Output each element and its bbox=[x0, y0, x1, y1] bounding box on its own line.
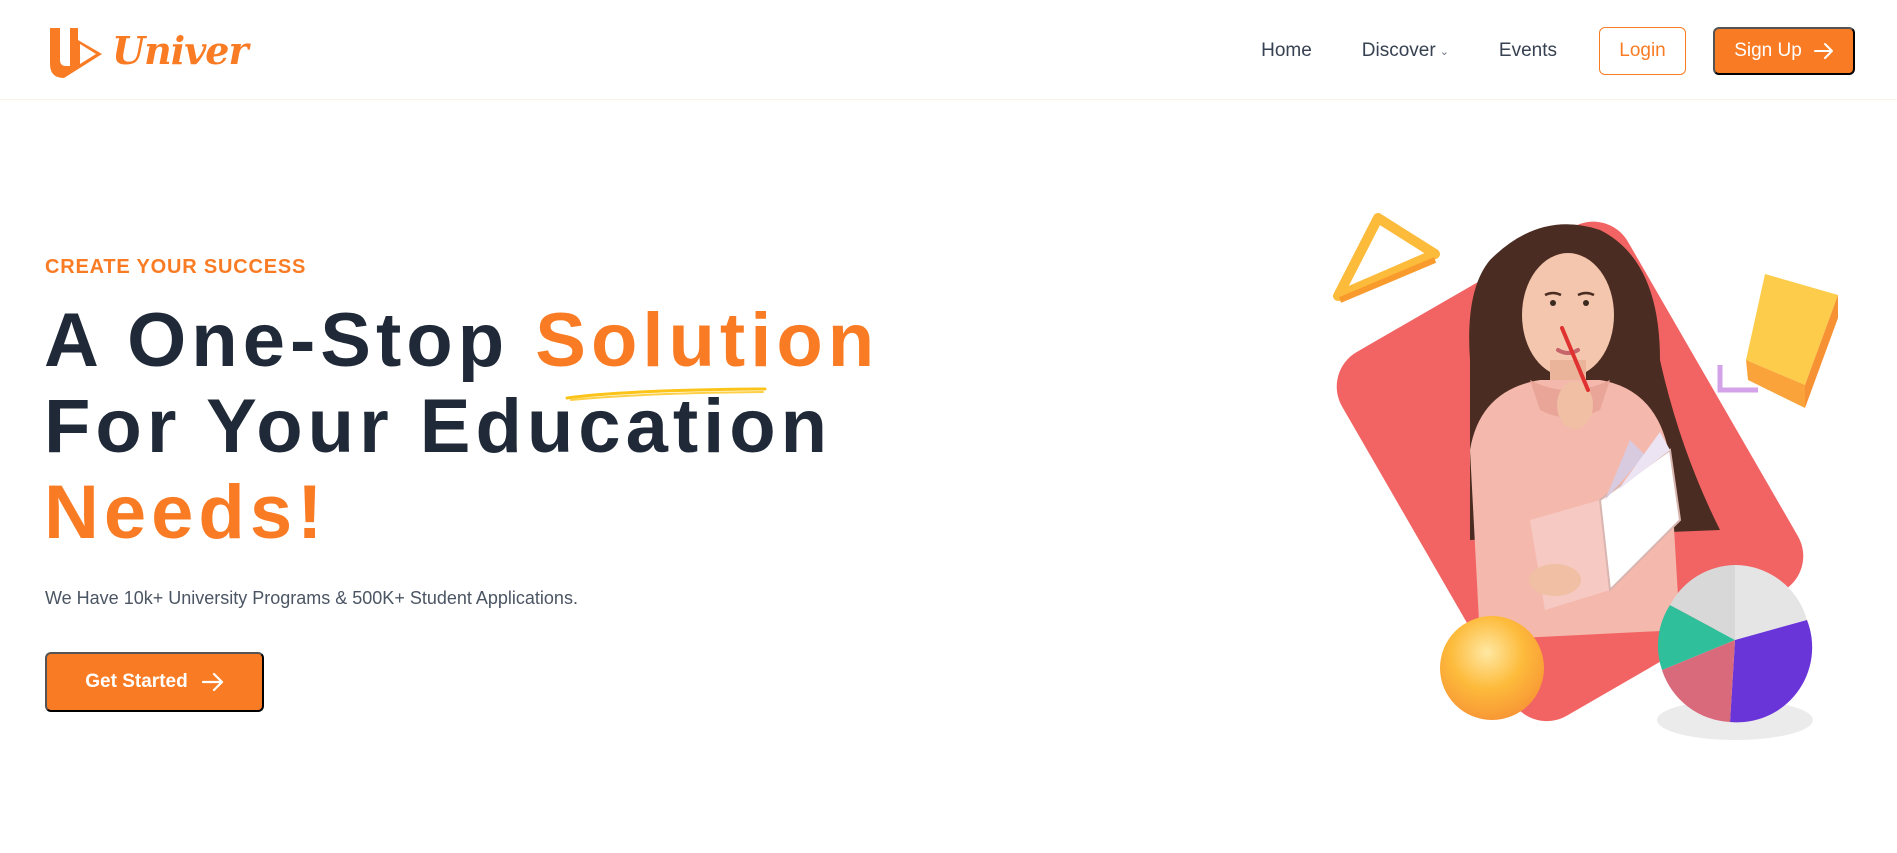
headline-highlight-needs: Needs! bbox=[44, 470, 328, 555]
headline-part-1: A One-Stop bbox=[44, 298, 536, 383]
signup-button[interactable]: Sign Up bbox=[1713, 27, 1855, 75]
signup-label: Sign Up bbox=[1734, 40, 1802, 61]
nav-discover[interactable]: Discover ⌄ bbox=[1362, 40, 1449, 62]
headline-highlight-solution: Solution bbox=[535, 298, 880, 383]
hero-eyebrow: CREATE YOUR SUCCESS bbox=[45, 256, 307, 278]
logo-icon bbox=[50, 28, 102, 78]
hero-headline: A One-Stop Solution For Your Education N… bbox=[44, 298, 879, 556]
hero-illustration bbox=[1333, 213, 1838, 740]
arrow-right-icon bbox=[201, 672, 223, 692]
login-button[interactable]: Login bbox=[1599, 27, 1686, 75]
nav-home-label: Home bbox=[1261, 40, 1312, 61]
chevron-down-icon: ⌄ bbox=[1439, 45, 1449, 58]
pie-model bbox=[1657, 565, 1813, 740]
brand-logo[interactable]: Univer bbox=[44, 20, 248, 80]
hero-subtext: We Have 10k+ University Programs & 500K+… bbox=[45, 588, 578, 608]
nav-events[interactable]: Events bbox=[1499, 40, 1557, 62]
get-started-label: Get Started bbox=[85, 671, 188, 692]
scribble-underline bbox=[565, 387, 767, 401]
sphere-shape bbox=[1440, 616, 1544, 720]
site-header: Univer Home Discover ⌄ Events Login Sign… bbox=[0, 0, 1897, 100]
triangle-shape bbox=[1333, 213, 1440, 303]
brand-name: Univer bbox=[112, 27, 248, 73]
nav-events-label: Events bbox=[1498, 40, 1557, 61]
block-shape bbox=[1746, 274, 1838, 408]
get-started-button[interactable]: Get Started bbox=[45, 652, 264, 712]
nav-discover-label: Discover bbox=[1361, 40, 1436, 61]
arrow-right-icon bbox=[1813, 43, 1833, 59]
headline-line-1: A One-Stop Solution bbox=[44, 298, 879, 384]
main-nav: Home Discover ⌄ Events Login Sign Up bbox=[1261, 27, 1855, 75]
nav-home[interactable]: Home bbox=[1261, 40, 1312, 62]
